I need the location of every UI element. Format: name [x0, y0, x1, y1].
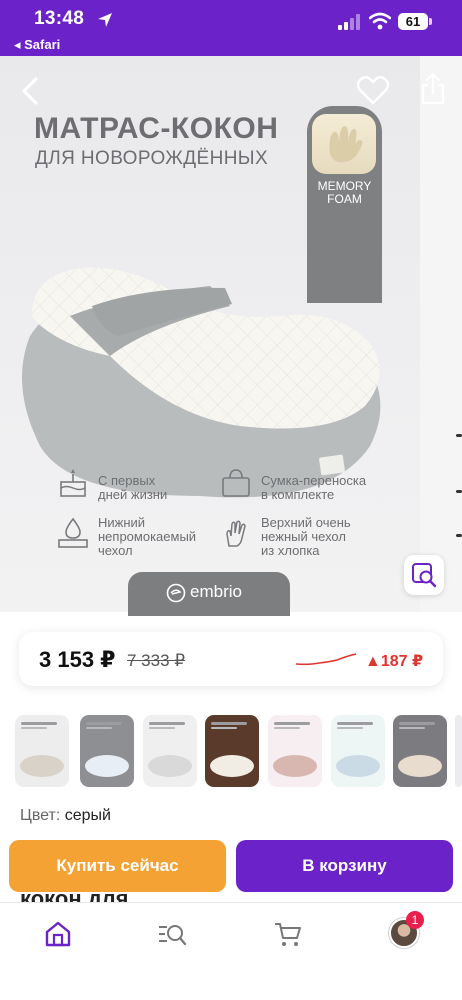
- wifi-icon: [369, 12, 391, 30]
- brand-name: embrio: [190, 582, 242, 601]
- thumbnail[interactable]: [80, 715, 134, 787]
- thumbnail[interactable]: [205, 715, 259, 787]
- memory-foam-image: [312, 114, 376, 174]
- favorite-heart-icon[interactable]: [356, 74, 390, 106]
- handprint-icon: [329, 126, 363, 163]
- brand-tab: embrio: [128, 572, 290, 616]
- battery-indicator: 61: [398, 13, 428, 30]
- feature-first-days: С первых дней жизни: [98, 474, 167, 502]
- price-trend-sparkline: [295, 653, 357, 666]
- battery-nub: [429, 18, 432, 25]
- color-value: серый: [64, 807, 111, 824]
- buy-now-button[interactable]: Купить сейчас: [9, 840, 226, 892]
- back-to-safari-link[interactable]: ◂ Safari: [14, 37, 60, 53]
- color-label: Цвет:: [20, 807, 61, 824]
- price-card[interactable]: 3 153 ₽ 7 333 ₽ ▲187 ₽: [19, 632, 443, 686]
- cake-icon: [60, 469, 86, 497]
- peek-mark: [456, 534, 462, 537]
- feature-text: из хлопка: [261, 543, 320, 558]
- thumbnail[interactable]: [393, 715, 447, 787]
- next-image-peek[interactable]: [420, 56, 462, 612]
- catalog-search-icon[interactable]: [157, 919, 187, 949]
- feature-text: чехол: [98, 543, 133, 558]
- home-icon[interactable]: [43, 919, 73, 949]
- old-price: 7 333 ₽: [127, 651, 186, 670]
- hand-icon: [226, 520, 246, 547]
- hero-subtitle: ДЛЯ НОВОРОЖДЁННЫХ: [35, 148, 269, 169]
- feature-cotton-cover: Верхний очень нежный чехол из хлопка: [261, 516, 351, 558]
- bottom-tab-bar: [0, 902, 462, 1000]
- share-icon[interactable]: [420, 72, 446, 106]
- notification-badge: 1: [406, 911, 424, 929]
- cellular-signal-icon: [338, 14, 360, 30]
- memory-foam-line2: FOAM: [327, 192, 362, 206]
- feature-text: Верхний очень: [261, 515, 351, 530]
- bag-icon: [222, 469, 250, 497]
- memory-foam-label: MEMORY FOAM: [307, 180, 382, 206]
- hero-title: МАТРАС-КОКОН: [34, 112, 279, 145]
- thumbnail[interactable]: [455, 715, 462, 787]
- feature-text: в комплекте: [261, 487, 335, 502]
- feature-text: непромокаемый: [98, 529, 197, 544]
- product-image[interactable]: МАТРАС-КОКОН ДЛЯ НОВОРОЖДЁННЫХ MEMORY FO…: [0, 56, 420, 612]
- peek-mark: [456, 434, 462, 437]
- feature-text: С первых: [98, 473, 156, 488]
- feature-text: Нижний: [98, 515, 146, 530]
- waterproof-icon: [58, 517, 88, 548]
- thumbnail[interactable]: [143, 715, 197, 787]
- product-page: 13:48 ◂ Safari 61 МАТРАС-КОКОН ДЛЯ НОВОР…: [0, 0, 462, 1000]
- add-to-cart-button[interactable]: В корзину: [236, 840, 453, 892]
- thumbnail-strip[interactable]: [0, 710, 462, 790]
- embrio-logo-icon: [166, 583, 186, 603]
- image-search-icon: [412, 563, 437, 588]
- feature-text: дней жизни: [98, 487, 168, 502]
- thumbnail[interactable]: [268, 715, 322, 787]
- thumbnail[interactable]: [331, 715, 385, 787]
- status-bar: 13:48 ◂ Safari 61: [0, 0, 462, 56]
- cart-icon[interactable]: [273, 919, 303, 949]
- feature-waterproof: Нижний непромокаемый чехол: [98, 516, 196, 558]
- feature-text: Сумка-переноска: [261, 473, 367, 488]
- image-search-button[interactable]: [404, 555, 444, 595]
- location-arrow-icon: [98, 13, 112, 27]
- feature-text: нежный чехол: [261, 529, 346, 544]
- clock: 13:48: [34, 8, 85, 29]
- back-icon[interactable]: [18, 76, 44, 106]
- feature-carry-bag: Сумка-переноска в комплекте: [261, 474, 366, 502]
- color-selection: Цвет: серый: [20, 807, 111, 825]
- thumbnail[interactable]: [15, 715, 69, 787]
- price-change: ▲187 ₽: [365, 653, 424, 670]
- current-price: 3 153 ₽: [39, 647, 116, 672]
- peek-mark: [456, 490, 462, 493]
